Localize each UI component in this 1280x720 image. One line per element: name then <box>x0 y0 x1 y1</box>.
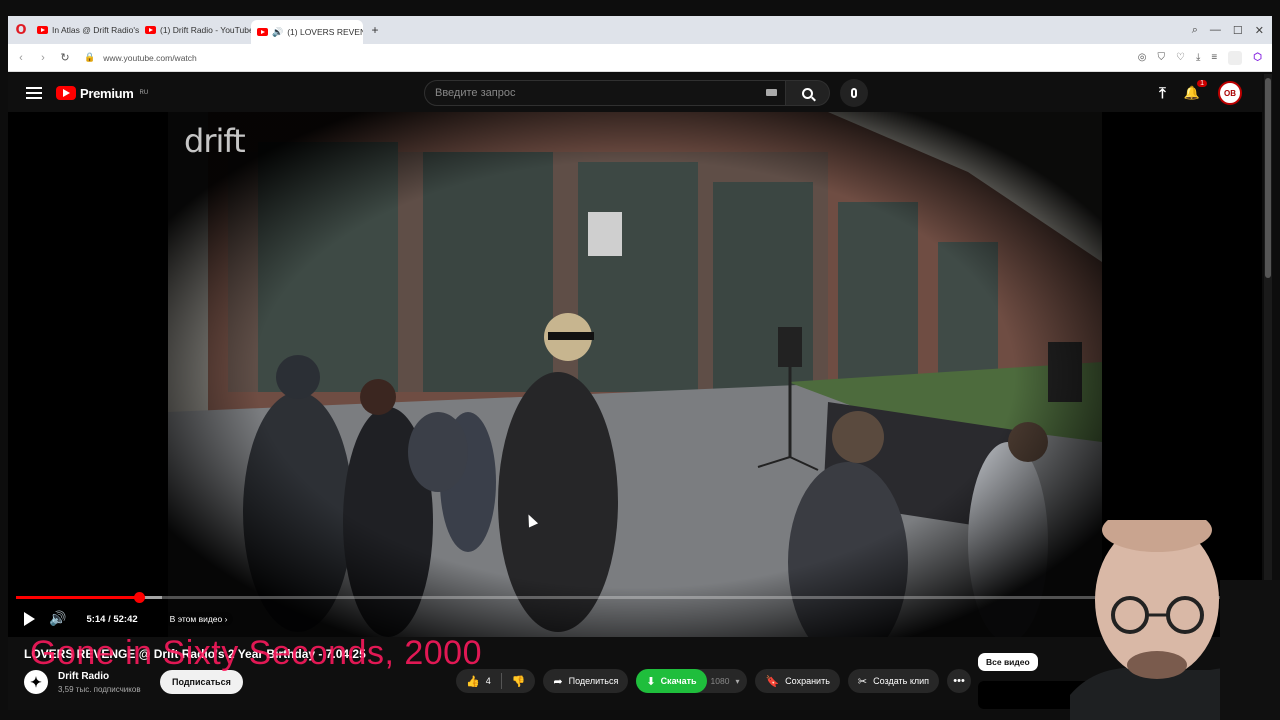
thumbs-down-icon: 👎 <box>511 674 526 688</box>
subscribe-button[interactable]: Подписаться <box>160 670 243 694</box>
search-icon <box>802 87 813 99</box>
tab-title: (1) Drift Radio - YouTube <box>160 25 251 35</box>
volume-icon[interactable]: 🔊 <box>49 611 66 627</box>
account-avatar[interactable]: OB <box>1218 81 1242 105</box>
more-actions-icon[interactable]: ••• <box>947 669 972 693</box>
voice-search-button[interactable] <box>840 79 868 107</box>
download-group: ⬇ Скачать 1080 ▾ <box>636 669 748 693</box>
thumbs-up-icon: 👍 <box>466 674 480 688</box>
chapters-label: В этом видео <box>169 614 223 624</box>
tab-search-icon[interactable]: ⌕ <box>1192 24 1198 37</box>
screen: O In Atlas @ Drift Radio's 3 (1) Drift R… <box>0 0 1280 720</box>
extensions-icon[interactable]: ⬡ <box>1253 52 1262 63</box>
lock-icon[interactable]: 🔒 <box>84 52 95 63</box>
youtube-favicon-icon <box>257 28 268 36</box>
clip-button[interactable]: ✂ Создать клип <box>847 669 940 693</box>
search-placeholder: Введите запрос <box>435 87 516 99</box>
browser-tab-active[interactable]: 🔊 (1) LOVERS REVENGE <box>251 20 363 44</box>
tab-title: (1) LOVERS REVENGE <box>287 27 363 37</box>
microphone-icon <box>851 88 857 98</box>
close-window-button[interactable]: ✕ <box>1255 24 1264 37</box>
like-count: 4 <box>485 676 491 686</box>
progress-scrubber-handle[interactable] <box>133 592 145 603</box>
new-tab-button[interactable]: + <box>367 22 383 38</box>
browser-tab[interactable]: In Atlas @ Drift Radio's 3 <box>31 19 139 41</box>
youtube-favicon-icon <box>37 26 48 34</box>
video-scene-image <box>168 112 1102 637</box>
youtube-favicon-icon <box>145 26 156 34</box>
download-resolution[interactable]: 1080 <box>711 676 730 686</box>
drift-watermark-logo: drift <box>184 122 246 160</box>
bookmark-icon: 🔖 <box>765 674 780 688</box>
webcam-overlay <box>1060 520 1280 720</box>
notification-badge: 1 <box>1197 80 1207 87</box>
time-display: 5:14 / 52:42 <box>86 613 138 625</box>
maximize-button[interactable]: ☐ <box>1233 24 1243 37</box>
clip-label: Создать клип <box>873 676 930 686</box>
youtube-logo[interactable]: Premium RU <box>56 86 148 101</box>
create-upload-icon[interactable]: ⤒ <box>1159 85 1166 102</box>
save-label: Сохранить <box>785 676 830 686</box>
download-label: Скачать <box>660 676 697 686</box>
browser-tab-bar: O In Atlas @ Drift Radio's 3 (1) Drift R… <box>8 16 1272 44</box>
search-button[interactable] <box>786 80 830 106</box>
notifications-bell-icon[interactable]: 🔔 1 <box>1184 80 1207 101</box>
search-input[interactable]: Введите запрос <box>424 80 786 106</box>
forward-button[interactable]: › <box>34 52 52 64</box>
opera-menu-icon[interactable]: O <box>11 20 31 40</box>
share-button[interactable]: ➦ Поделиться <box>543 669 629 693</box>
reload-button[interactable]: ↻ <box>56 51 74 64</box>
download-icon[interactable]: ⤓ <box>1196 52 1200 63</box>
shield-icon[interactable]: ⛉ <box>1158 52 1166 63</box>
overlay-caption: Gone in Sixty Seconds, 2000 <box>30 634 482 672</box>
profile-icon[interactable] <box>1228 50 1243 65</box>
url-field[interactable]: www.youtube.com/watch <box>103 53 197 63</box>
webcam-person-image <box>1070 520 1280 720</box>
subscriber-count: 3,59 тыс. подписчиков <box>58 685 141 694</box>
share-label: Поделиться <box>568 676 619 686</box>
chevron-down-icon[interactable]: ▾ <box>735 677 739 686</box>
play-icon[interactable] <box>24 612 35 626</box>
tab-title: In Atlas @ Drift Radio's 3 <box>52 25 139 35</box>
region-code: RU <box>139 89 149 96</box>
progress-played <box>16 596 139 599</box>
back-button[interactable]: ‹ <box>12 52 30 64</box>
heart-icon[interactable]: ♡ <box>1176 52 1185 63</box>
chapters-button[interactable]: В этом видео › <box>163 612 234 626</box>
logo-text: Premium <box>80 85 134 101</box>
minimize-button[interactable]: — <box>1210 24 1221 36</box>
easy-setup-icon[interactable]: ≡ <box>1211 52 1217 63</box>
player-controls: 🔊 5:14 / 52:42 В этом видео › <box>16 607 234 631</box>
like-button[interactable]: 👍 4 <box>456 675 501 688</box>
youtube-header: Premium RU Введите запрос ⤒ 🔔 1 OB <box>8 74 1262 112</box>
scrollbar-thumb[interactable] <box>1265 78 1271 278</box>
keyboard-icon[interactable] <box>766 89 777 96</box>
audio-playing-icon[interactable]: 🔊 <box>272 27 283 38</box>
channel-avatar[interactable]: ✦ <box>24 670 48 694</box>
scissors-icon: ✂ <box>857 674 868 688</box>
download-button[interactable]: ⬇ Скачать <box>636 669 707 693</box>
all-videos-chip[interactable]: Все видео <box>978 653 1038 671</box>
video-frame[interactable] <box>168 112 1102 637</box>
dislike-button[interactable]: 👎 <box>502 675 536 688</box>
download-icon: ⬇ <box>646 674 656 688</box>
share-icon: ➦ <box>553 674 563 688</box>
camera-icon[interactable]: ◎ <box>1138 52 1147 63</box>
youtube-play-logo-icon <box>56 86 76 100</box>
address-bar: ‹ › ↻ 🔒 www.youtube.com/watch ◎ ⛉ ♡ ⤓ ≡ … <box>8 44 1272 72</box>
save-button[interactable]: 🔖 Сохранить <box>755 669 840 693</box>
menu-icon[interactable] <box>26 87 42 99</box>
browser-tab[interactable]: (1) Drift Radio - YouTube <box>139 19 251 41</box>
